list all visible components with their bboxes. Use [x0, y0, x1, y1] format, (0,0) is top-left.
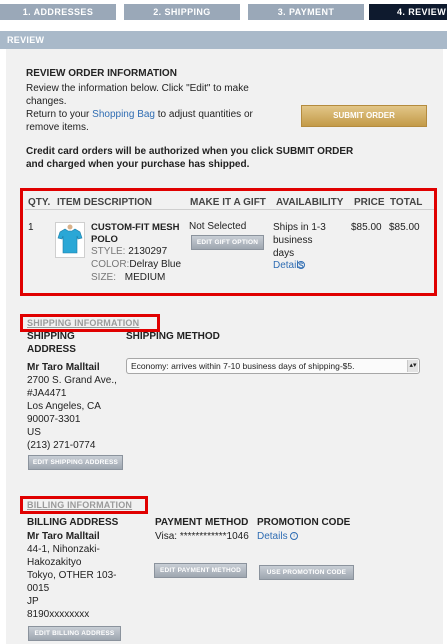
availability-line3: days [273, 248, 295, 259]
shipping-information-heading: SHIPPING INFORMATION [27, 318, 140, 328]
chevron-down-icon[interactable]: ▴▾ [407, 360, 418, 372]
section-title-bar: REVIEW [0, 31, 447, 49]
billing-name: Mr Taro Malltail [27, 531, 100, 542]
payment-method-value: Visa: ************1046 [155, 531, 249, 542]
billing-addr-line5: JP [27, 596, 39, 607]
use-promotion-code-button[interactable]: USE PROMOTION CODE [259, 565, 354, 580]
billing-information-heading: BILLING INFORMATION [27, 500, 133, 510]
authorization-notice-line1: Credit card orders will be authorized wh… [26, 146, 354, 157]
item-color-label: COLOR: [91, 259, 130, 270]
edit-payment-method-button[interactable]: EDIT PAYMENT METHOD [154, 563, 247, 578]
billing-address-heading: BILLING ADDRESS [27, 517, 119, 528]
gift-status: Not Selected [189, 221, 247, 232]
review-intro-line1: Review the information below. Click "Edi… [26, 83, 249, 94]
col-availability: AVAILABILITY [276, 197, 344, 208]
polo-shirt-thumbnail-icon[interactable] [55, 222, 85, 258]
review-heading: REVIEW ORDER INFORMATION [26, 68, 177, 79]
edit-shipping-address-button[interactable]: EDIT SHIPPING ADDRESS [28, 455, 123, 470]
col-item-description: ITEM DESCRIPTION [57, 197, 153, 208]
item-style-label: STYLE: [91, 246, 126, 257]
item-name-line2[interactable]: POLO [91, 234, 118, 245]
edit-gift-option-button[interactable]: EDIT GIFT OPTION [191, 235, 264, 250]
edit-billing-address-button[interactable]: EDIT BILLING ADDRESS [28, 626, 121, 641]
billing-addr-line1: 44-1, Nihonzaki- [27, 544, 100, 555]
billing-addr-line4: 0015 [27, 583, 50, 594]
availability-line2: business [273, 235, 313, 246]
info-icon[interactable]: i [290, 532, 298, 540]
review-line3-post: to adjust quantities or [155, 109, 253, 120]
availability-line1: Ships in 1-3 [273, 222, 326, 233]
item-color-value: Delray Blue [129, 259, 182, 270]
shipping-addr-line2: #JA4471 [27, 388, 67, 399]
review-line3-pre: Return to your [26, 109, 93, 120]
shipping-method-value: Economy: arrives within 7-10 business da… [131, 361, 355, 371]
shipping-phone: (213) 271-0774 [27, 440, 96, 451]
shipping-address-heading-line2: ADDRESS [27, 344, 76, 355]
item-style: STYLE: 2130297 [91, 246, 167, 257]
col-qty: QTY. [28, 197, 51, 208]
shipping-addr-line3: Los Angeles, CA [27, 401, 101, 412]
authorization-notice-line2: and charged when your purchase has shipp… [26, 159, 250, 170]
item-total: $85.00 [389, 222, 420, 233]
shipping-method-select[interactable]: Economy: arrives within 7-10 business da… [126, 358, 420, 374]
review-intro-line4: remove items. [26, 122, 89, 133]
promotion-code-heading: PROMOTION CODE [257, 517, 351, 528]
item-qty: 1 [28, 222, 34, 233]
shipping-addr-line4: 90007-3301 [27, 414, 81, 425]
step-review: 4. REVIEW [369, 4, 447, 20]
checkout-steps: 1. ADDRESSES 2. SHIPPING 3. PAYMENT 4. R… [0, 0, 447, 20]
col-make-it-a-gift: MAKE IT A GIFT [190, 197, 266, 208]
billing-addr-line3: Tokyo, OTHER 103- [27, 570, 117, 581]
table-header-divider [25, 209, 434, 210]
step-shipping[interactable]: 2. SHIPPING [124, 4, 240, 20]
promotion-details-link[interactable]: Details [257, 531, 288, 542]
item-size-label: SIZE: [91, 272, 117, 283]
review-intro-line3: Return to your Shopping Bag to adjust qu… [26, 109, 253, 120]
shipping-addr-line5: US [27, 427, 41, 438]
col-total: TOTAL [390, 197, 423, 208]
billing-phone: 8190xxxxxxxx [27, 609, 90, 620]
item-name-line1[interactable]: CUSTOM-FIT MESH [91, 222, 180, 233]
info-icon[interactable]: i [297, 261, 305, 269]
payment-method-heading: PAYMENT METHOD [155, 517, 249, 528]
shipping-address-heading-line1: SHIPPING [27, 331, 75, 342]
col-price: PRICE [354, 197, 385, 208]
shipping-addr-line1: 2700 S. Grand Ave., [27, 375, 117, 386]
shopping-bag-link[interactable]: Shopping Bag [92, 109, 155, 120]
shipping-method-heading: SHIPPING METHOD [126, 331, 220, 342]
step-payment[interactable]: 3. PAYMENT [248, 4, 364, 20]
item-price: $85.00 [351, 222, 382, 233]
item-size: SIZE: MEDIUM [91, 272, 165, 283]
item-size-value: MEDIUM [124, 272, 166, 283]
item-color: COLOR:Delray Blue [91, 259, 181, 270]
shipping-name: Mr Taro Malltail [27, 362, 100, 373]
submit-order-button[interactable]: SUBMIT ORDER [301, 105, 427, 127]
step-addresses[interactable]: 1. ADDRESSES [0, 4, 116, 20]
review-intro-line2: changes. [26, 96, 67, 107]
billing-addr-line2: Hakozakityo [27, 557, 82, 568]
item-style-value: 2130297 [128, 246, 168, 257]
